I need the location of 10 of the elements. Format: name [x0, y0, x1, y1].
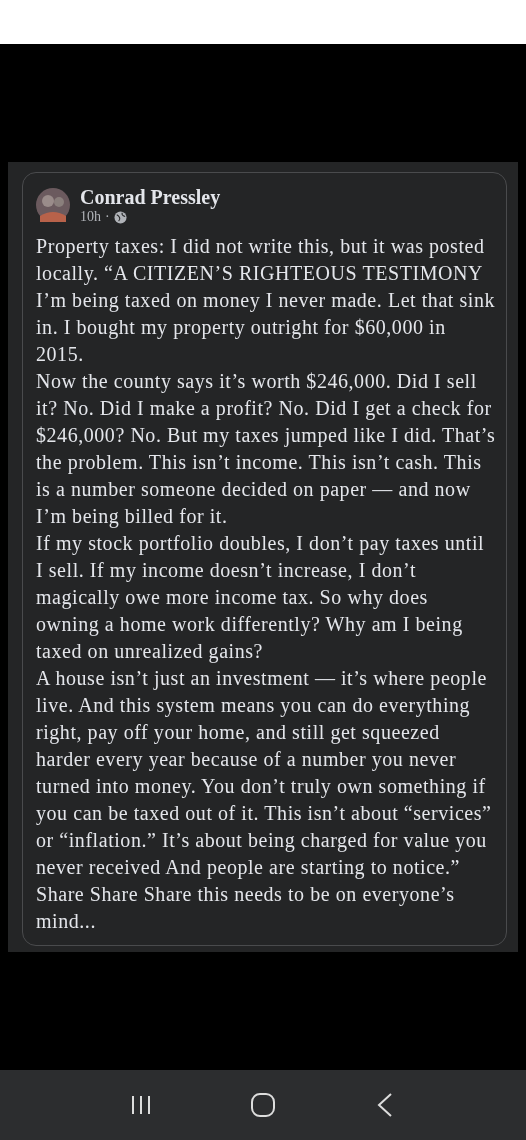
post-time[interactable]: 10h: [80, 209, 101, 225]
post-paragraph: Property taxes: I did not write this, but it was posted locally. “A CITIZEN’S RIGHTEOUS TESTIMONY I’m being taxed on money I never made. Let that sink in. I bought my property outright for $60,000 in 2015.: [36, 234, 496, 367]
post-paragraph: Now the county says it’s worth $246,000. Did I sell it? No. Did I make a profit? No. Did I get a check for $246,000? No. But my taxes jumped like I did. That’s the problem. This isn’t income. This isn’t cash. This is a number someone decided on paper — and now I’m being billed for it.: [36, 369, 496, 530]
home-icon[interactable]: [250, 1092, 276, 1118]
separator-dot: ·: [105, 209, 110, 225]
post-paragraph: If my stock portfolio doubles, I don’t pay taxes until I sell. If my income doesn’t increase, I don’t magically owe more income tax. So why does owning a home work differently? Why am I being taxed on unrealized gains?: [36, 531, 486, 665]
avatar[interactable]: [36, 188, 70, 222]
post-paragraph: A house isn’t just an investment — it’s where people live. And this system means you can do everything right, pay off your home, and still get squeezed harder every year because of a number you never turned into money. You don’t truly own something if you can be taxed out of it. This isn’t about “services” or “inflation.” It’s about being charged for value you never received And people are starting to notice.” Share Share Share this needs to be on everyone’s mind...: [36, 666, 493, 934]
globe-icon: [113, 210, 127, 224]
author-name[interactable]: Conrad Pressley: [80, 185, 221, 209]
